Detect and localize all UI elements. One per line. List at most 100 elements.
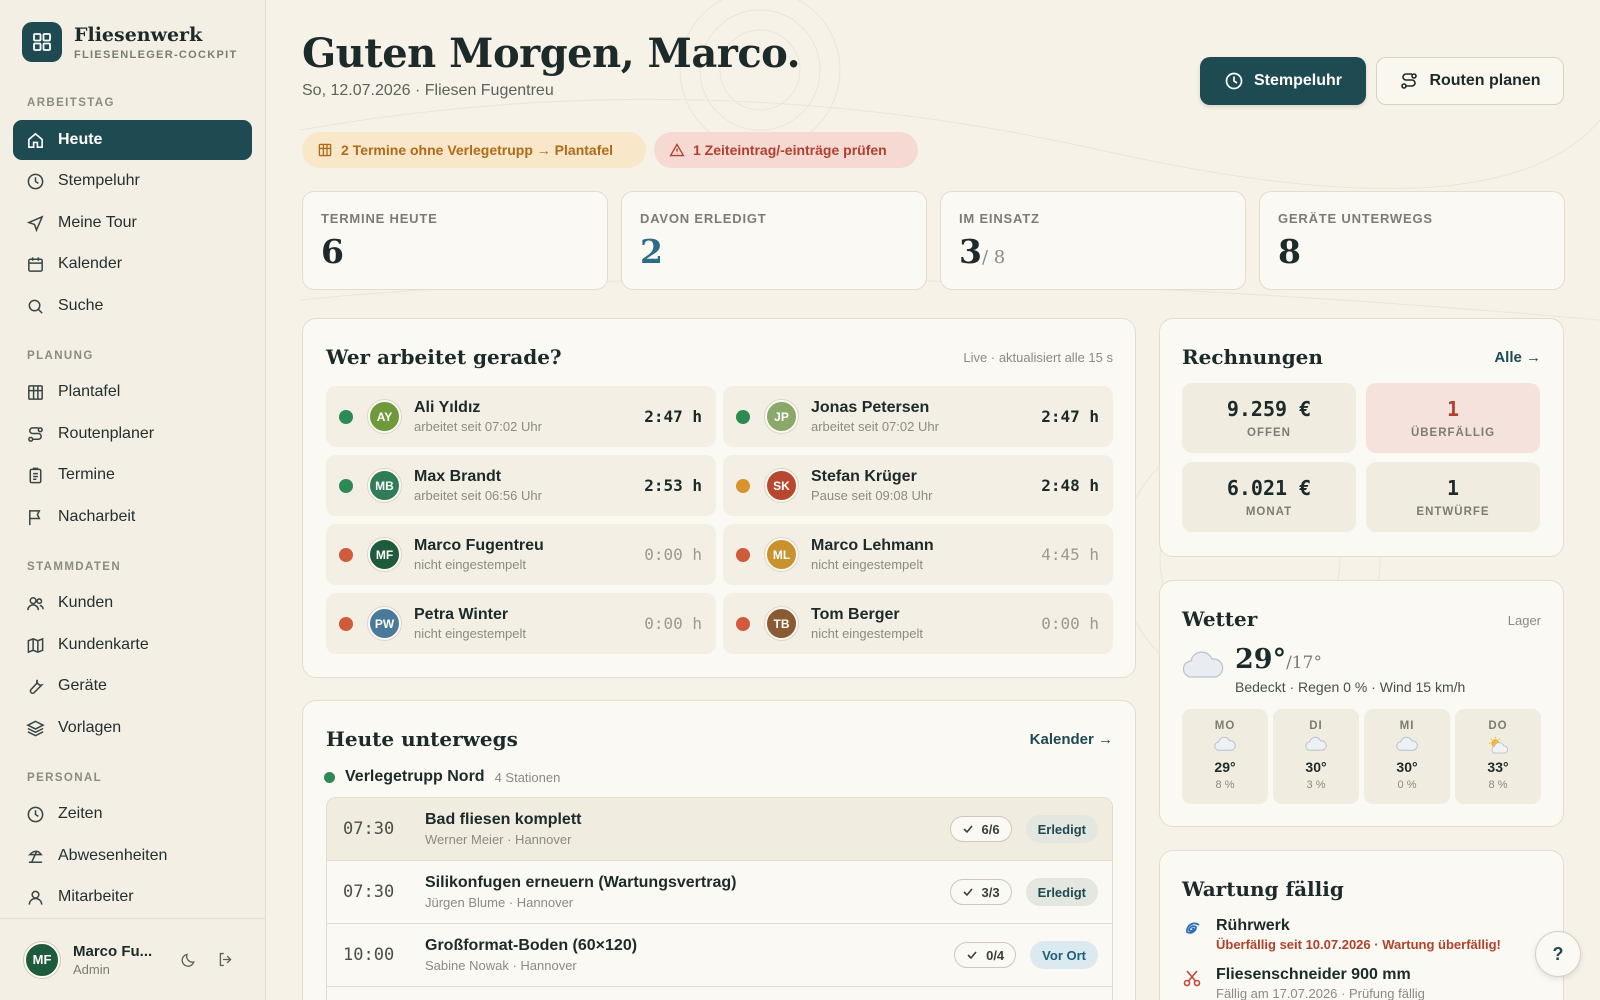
worker-status-text: arbeitet seit 07:02 Uhr xyxy=(811,419,939,434)
brand-name: Fliesenwerk xyxy=(74,23,203,46)
stat-termine-heute: TERMINE HEUTE 6 xyxy=(302,191,608,290)
nav-item-nacharbeit[interactable]: Nacharbeit xyxy=(13,497,252,537)
moon-icon[interactable] xyxy=(179,950,199,970)
status-badge: Erledigt xyxy=(1025,878,1098,906)
maintenance-item[interactable]: Rührwerk Überfällig seit 10.07.2026 · Wa… xyxy=(1182,917,1501,952)
nav-item-label: Plantafel xyxy=(58,383,121,400)
nav-item-meine-tour[interactable]: Meine Tour xyxy=(13,203,252,243)
nav-item-label: Nacharbeit xyxy=(58,508,136,525)
flag-icon xyxy=(29,509,41,525)
avatar[interactable]: MF xyxy=(24,941,60,978)
worker-row[interactable]: AY Ali Yıldız arbeitet seit 07:02 Uhr 2:47 … xyxy=(326,386,716,447)
search-icon xyxy=(28,299,43,314)
unassigned-appointments-alert[interactable]: 2 Termine ohne Verlegetrupp → Plantafel xyxy=(302,132,646,168)
progress-value: 3/3 xyxy=(981,884,1000,900)
user-name: Marco Fu... xyxy=(73,942,153,960)
home-icon xyxy=(28,132,43,148)
nav-item-heute[interactable]: Heute xyxy=(13,120,252,160)
status-dot xyxy=(736,616,750,631)
nav-item-abwesenheiten[interactable]: Abwesenheiten xyxy=(13,836,252,876)
avatar: PW xyxy=(368,607,401,640)
send-icon xyxy=(26,214,44,232)
check-icon xyxy=(962,888,973,897)
nav-item-geraete[interactable]: Geräte xyxy=(13,666,252,706)
stat-label: DAVON ERLEDIGT xyxy=(640,211,767,226)
plan-routes-button[interactable]: Routen planen xyxy=(1376,57,1564,105)
stop-row[interactable]: 07:30 Silikonfugen erneuern (Wartungsver… xyxy=(327,861,1112,924)
nav-item-kalender[interactable]: Kalender xyxy=(13,244,252,284)
weather-description: Bedeckt · Regen 0 % · Wind 15 km/h xyxy=(1235,679,1466,695)
nav-item-termine[interactable]: Termine xyxy=(13,455,252,495)
all-invoices-link[interactable]: Alle → xyxy=(1494,349,1541,366)
day-rain: 3 % xyxy=(1306,779,1326,791)
nav-item-plantafel[interactable]: Plantafel xyxy=(13,372,252,412)
maintenance-item[interactable]: Fliesenschneider 900 mm Fällig am 17.07.… xyxy=(1182,966,1425,1000)
stop-row[interactable]: 10:00 Großformat-Boden (60×120) Sabine N… xyxy=(327,924,1112,987)
worker-row[interactable]: SK Stefan Krüger Pause seit 09:08 Uhr 2:48 … xyxy=(723,455,1113,516)
worker-row[interactable]: TB Tom Berger nicht eingestempelt 0:00 h xyxy=(723,593,1113,654)
stop-row[interactable]: 07:30 Bad fliesen komplett Werner Meier … xyxy=(327,798,1112,861)
user-icon xyxy=(28,890,43,905)
status-dot xyxy=(339,616,353,631)
avatar: SK xyxy=(765,469,798,502)
plan-routes-label: Routen planen xyxy=(1429,72,1541,89)
invoice-tile-open[interactable]: 9.259 € OFFEN xyxy=(1182,383,1356,453)
nav-item-label: Geräte xyxy=(58,677,107,694)
worker-row[interactable]: JP Jonas Petersen arbeitet seit 07:02 Uhr 2… xyxy=(723,386,1113,447)
worker-row[interactable]: MB Max Brandt arbeitet seit 06:56 Uhr 2:53 … xyxy=(326,455,716,516)
day-rain: 8 % xyxy=(1215,779,1235,791)
live-update-info: Live · aktualisiert alle 15 s xyxy=(963,350,1113,365)
stat-label: TERMINE HEUTE xyxy=(321,211,438,226)
clock-icon xyxy=(1225,72,1243,90)
day-temp: 30° xyxy=(1305,759,1327,775)
clock-in-button[interactable]: Stempeluhr xyxy=(1200,57,1366,105)
grid-icon xyxy=(28,384,43,400)
card-title: Heute unterwegs xyxy=(326,727,518,751)
nav-item-mitarbeiter[interactable]: Mitarbeiter xyxy=(13,877,252,917)
status-dot xyxy=(339,478,353,493)
nav-item-label: Abwesenheiten xyxy=(58,847,168,864)
stop-progress: 3/3 xyxy=(949,879,1012,905)
nav-item-label: Kundenkarte xyxy=(58,636,149,653)
worker-status-text: nicht eingestempelt xyxy=(414,626,527,641)
cloud-icon xyxy=(1305,736,1327,751)
invoice-tile-overdue[interactable]: 1 ÜBERFÄLLIG xyxy=(1366,383,1540,453)
nav-item-suche[interactable]: Suche xyxy=(13,286,252,326)
logout-icon[interactable] xyxy=(215,950,235,970)
calendar-link[interactable]: Kalender → xyxy=(1030,731,1113,748)
nav-item-kundenkarte[interactable]: Kundenkarte xyxy=(13,625,252,665)
worker-name: Ali Yıldız xyxy=(414,399,481,416)
avatar: AY xyxy=(368,400,401,433)
status-dot xyxy=(736,409,750,424)
forecast-day: DO 33° 8 % xyxy=(1455,709,1541,804)
nav-item-stempeluhr[interactable]: Stempeluhr xyxy=(13,161,252,201)
calendar-icon xyxy=(28,256,43,272)
avatar: ML xyxy=(765,538,798,571)
forecast-day: DI 30° 3 % xyxy=(1273,709,1359,804)
nav-item-label: Kunden xyxy=(58,594,114,611)
worker-row[interactable]: ML Marco Lehmann nicht eingestempelt 4:45 h xyxy=(723,524,1113,585)
nav-item-routenplaner[interactable]: Routenplaner xyxy=(13,414,252,454)
worker-time: 4:45 h xyxy=(1041,545,1099,564)
card-title: Rechnungen xyxy=(1182,345,1323,369)
worker-name: Marco Fugentreu xyxy=(414,537,544,554)
worker-row[interactable]: PW Petra Winter nicht eingestempelt 0:00 h xyxy=(326,593,716,654)
nav-section-personal: PERSONAL xyxy=(27,772,103,784)
grid-logo-icon xyxy=(22,22,62,62)
worker-status-text: nicht eingestempelt xyxy=(811,557,924,572)
maintenance-status: Fällig am 17.07.2026 · Prüfung fällig xyxy=(1216,986,1425,1000)
brand[interactable]: Fliesenwerk FLIESENLEGER-COCKPIT xyxy=(22,22,238,62)
nav-item-label: Termine xyxy=(58,466,115,483)
stat-value-wrap: 3/ 8 xyxy=(959,232,1227,271)
worker-row[interactable]: MF Marco Fugentreu nicht eingestempelt 0:00… xyxy=(326,524,716,585)
nav-item-zeiten[interactable]: Zeiten xyxy=(13,794,252,834)
invoice-tile-month[interactable]: 6.021 € MONAT xyxy=(1182,462,1356,532)
help-button[interactable]: ? xyxy=(1535,931,1581,977)
nav-item-label: Stempeluhr xyxy=(58,172,140,189)
nav-item-kunden[interactable]: Kunden xyxy=(13,583,252,623)
invoice-value: 1 xyxy=(1446,476,1460,500)
nav-item-vorlagen[interactable]: Vorlagen xyxy=(13,708,252,748)
invoice-tile-drafts[interactable]: 1 ENTWÜRFE xyxy=(1366,462,1540,532)
day-name: MO xyxy=(1214,720,1236,732)
time-entries-alert[interactable]: 1 Zeiteintrag/-einträge prüfen xyxy=(654,132,918,168)
